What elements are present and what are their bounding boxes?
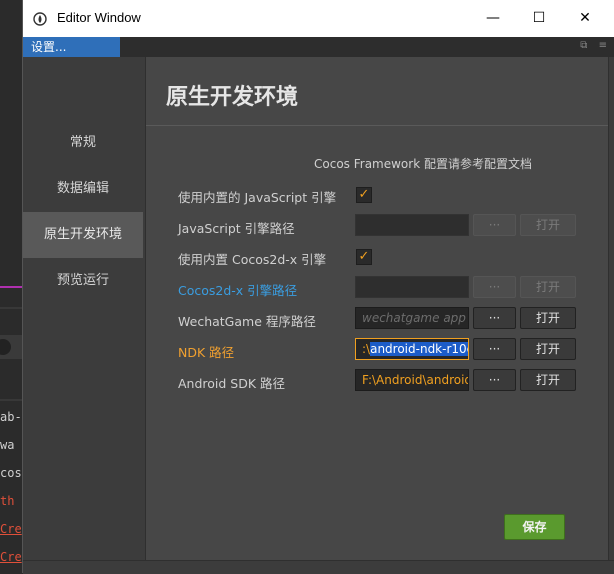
ndk-path-prefix: :\ <box>362 342 371 356</box>
settings-sidebar: 常规 数据编辑 原生开发环境 预览运行 <box>23 57 145 560</box>
wechatgame-browse-button[interactable]: ··· <box>473 307 516 329</box>
tab-settings[interactable]: 设置... <box>23 37 120 57</box>
close-button[interactable]: ✕ <box>562 0 608 37</box>
editor-window: Editor Window — ☐ ✕ 设置... ⧉ ≡ 常规 数据编辑 原生… <box>22 0 614 574</box>
cocos2dx-path-label[interactable]: Cocos2d-x 引擎路径 <box>178 280 297 299</box>
cocos2dx-open-button[interactable]: 打开 <box>520 276 576 298</box>
js-engine-open-button[interactable]: 打开 <box>520 214 576 236</box>
wechatgame-open-button[interactable]: 打开 <box>520 307 576 329</box>
use-builtin-cocos2dx-label: 使用内置 Cocos2d-x 引擎 <box>178 252 327 267</box>
sidebar-item-native-env[interactable]: 原生开发环境 <box>23 212 143 258</box>
panel-tools: ⧉ ≡ <box>572 40 607 51</box>
android-sdk-path-input[interactable]: F:\Android\android- <box>355 369 469 391</box>
cocos2dx-browse-button[interactable]: ··· <box>473 276 516 298</box>
page-title: 原生开发环境 <box>166 85 299 110</box>
bg-code-line: th <box>0 494 15 508</box>
save-button[interactable]: 保存 <box>504 514 565 540</box>
menu-icon[interactable]: ≡ <box>599 40 607 51</box>
ndk-browse-button[interactable]: ··· <box>473 338 516 360</box>
android-sdk-browse-button[interactable]: ··· <box>473 369 516 391</box>
use-builtin-js-label: 使用内置的 JavaScript 引擎 <box>178 190 337 205</box>
checkmark-icon: ✓ <box>358 249 370 264</box>
android-sdk-open-button[interactable]: 打开 <box>520 369 576 391</box>
settings-content: 原生开发环境 Cocos Framework 配置请参考配置文档 使用内置的 J… <box>145 57 609 560</box>
ndk-path-input[interactable]: :\android-ndk-r10e <box>355 338 469 360</box>
use-builtin-cocos2dx-checkbox[interactable]: ✓ <box>356 249 372 265</box>
checkmark-icon: ✓ <box>358 187 370 202</box>
cocos2dx-path-input[interactable] <box>355 276 469 298</box>
js-engine-path-input[interactable] <box>355 214 469 236</box>
title-bar[interactable]: Editor Window — ☐ ✕ <box>23 0 614 38</box>
ndk-path-label: NDK 路径 <box>178 345 235 360</box>
bg-code-line: wa <box>0 438 15 452</box>
tab-strip: 设置... ⧉ ≡ <box>23 37 614 57</box>
popout-icon[interactable]: ⧉ <box>580 40 587 51</box>
sidebar-item-general[interactable]: 常规 <box>23 120 143 166</box>
bg-code-line: Cre <box>0 522 22 536</box>
minimize-button[interactable]: — <box>470 0 516 37</box>
js-engine-path-label: JavaScript 引擎路径 <box>178 221 295 236</box>
maximize-button[interactable]: ☐ <box>516 0 562 37</box>
bg-code-line: cos <box>0 466 22 480</box>
bg-code-line: ab- <box>0 410 22 424</box>
js-engine-browse-button[interactable]: ··· <box>473 214 516 236</box>
bg-code-line: Cre <box>0 550 22 564</box>
ndk-open-button[interactable]: 打开 <box>520 338 576 360</box>
doc-hint-link[interactable]: Cocos Framework 配置请参考配置文档 <box>314 155 532 172</box>
use-builtin-js-checkbox[interactable]: ✓ <box>356 187 372 203</box>
window-title: Editor Window <box>57 10 141 25</box>
title-divider <box>146 125 608 126</box>
sidebar-item-data-editing[interactable]: 数据编辑 <box>23 166 143 212</box>
ndk-path-selection: android-ndk-r10e <box>370 342 468 356</box>
status-bar <box>23 560 614 574</box>
wechatgame-path-input[interactable]: wechatgame app p <box>355 307 469 329</box>
android-sdk-path-label: Android SDK 路径 <box>178 376 286 391</box>
wechatgame-path-label: WechatGame 程序路径 <box>178 314 316 329</box>
sidebar-item-preview[interactable]: 预览运行 <box>23 258 143 304</box>
app-logo-icon <box>33 12 47 26</box>
